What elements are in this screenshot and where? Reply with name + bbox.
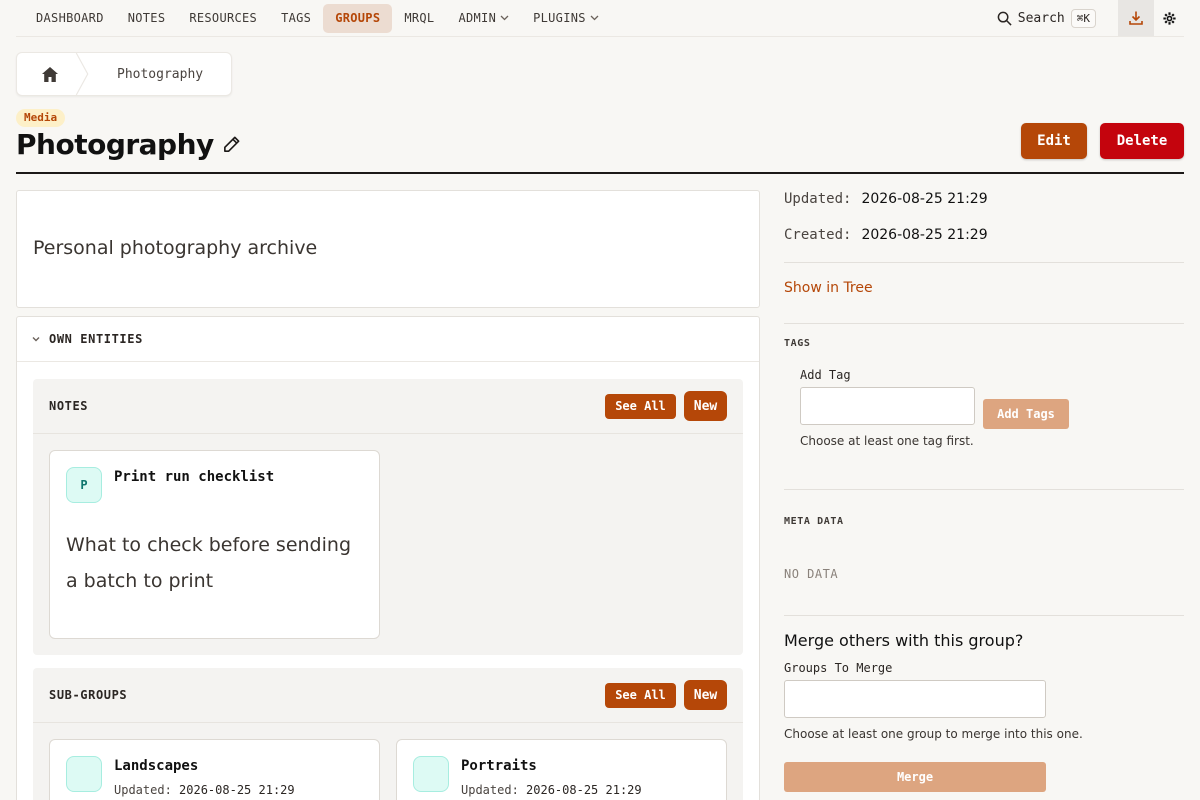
- note-title[interactable]: Print run checklist: [114, 469, 274, 485]
- top-nav: DASHBOARD NOTES RESOURCES TAGS GROUPS MR…: [16, 0, 1184, 37]
- subgroups-see-all-button[interactable]: See All: [605, 682, 676, 708]
- subgroup-updated: Updated: 2026-08-25 21:29: [114, 783, 295, 797]
- nav-resources[interactable]: RESOURCES: [177, 4, 269, 33]
- notes-section-title: NOTES: [49, 399, 89, 413]
- show-in-tree-link[interactable]: Show in Tree: [784, 280, 873, 296]
- add-tags-button[interactable]: Add Tags: [983, 399, 1069, 429]
- edit-button[interactable]: Edit: [1021, 123, 1087, 159]
- nav-admin[interactable]: ADMIN: [446, 4, 521, 33]
- nav-tags[interactable]: TAGS: [269, 4, 323, 33]
- breadcrumb-home[interactable]: [17, 53, 89, 95]
- merge-hint: Choose at least one group to merge into …: [784, 727, 1083, 741]
- divider: [784, 262, 1184, 263]
- nav-groups[interactable]: GROUPS: [323, 3, 393, 33]
- search-label: Search: [1017, 10, 1065, 26]
- updated-row: Updated: 2026-08-25 21:29: [784, 191, 988, 207]
- subgroup-updated-label: Updated:: [461, 783, 519, 797]
- updated-label: Updated:: [784, 191, 852, 207]
- merge-question: Merge others with this group?: [784, 631, 1024, 650]
- add-tag-input[interactable]: [800, 387, 975, 425]
- settings-button[interactable]: [1154, 0, 1184, 36]
- tags-hint: Choose at least one tag first.: [800, 434, 974, 448]
- delete-button[interactable]: Delete: [1100, 123, 1184, 159]
- nav-dashboard[interactable]: DASHBOARD: [16, 4, 116, 33]
- page-title: Photography: [16, 128, 241, 161]
- subgroups-new-button[interactable]: New: [684, 680, 727, 710]
- notes-new-button[interactable]: New: [684, 391, 727, 421]
- subgroup-avatar: [413, 756, 449, 792]
- breadcrumb: Photography: [16, 52, 232, 96]
- breadcrumb-current: Photography: [117, 66, 204, 82]
- created-label: Created:: [784, 227, 852, 243]
- created-row: Created: 2026-08-25 21:29: [784, 227, 988, 243]
- chevron-down-icon: [32, 337, 40, 342]
- category-badge[interactable]: Media: [16, 109, 66, 127]
- meta-data-empty: NO DATA: [784, 567, 839, 581]
- merge-field-label: Groups To Merge: [784, 661, 893, 675]
- download-button[interactable]: [1118, 0, 1154, 36]
- download-icon: [1129, 11, 1143, 25]
- nav-notes[interactable]: NOTES: [116, 4, 178, 33]
- created-value: 2026-08-25 21:29: [861, 227, 988, 243]
- groups-to-merge-input[interactable]: [784, 680, 1046, 718]
- subgroup-title[interactable]: Portraits: [461, 758, 537, 774]
- own-entities-panel: OWN ENTITIES NOTES See All New P Print r…: [16, 316, 760, 800]
- subgroup-avatar: [66, 756, 102, 792]
- nav-mrql[interactable]: MRQL: [392, 4, 446, 33]
- add-tag-label: Add Tag: [800, 368, 851, 382]
- nav-plugins[interactable]: PLUGINS: [521, 4, 611, 33]
- chevron-down-icon: [590, 15, 599, 21]
- search-shortcut: ⌘K: [1070, 8, 1096, 28]
- note-avatar: P: [66, 467, 102, 503]
- description-card: Personal photography archive: [16, 190, 760, 308]
- subgroup-title[interactable]: Landscapes: [114, 758, 198, 774]
- notes-section: NOTES See All New P Print run checklist …: [33, 379, 743, 655]
- notes-section-header: NOTES See All New: [33, 379, 743, 434]
- search-button[interactable]: Search ⌘K: [991, 4, 1102, 33]
- note-card[interactable]: P Print run checklist What to check befo…: [49, 450, 380, 639]
- divider: [784, 615, 1184, 616]
- subgroups-section: SUB-GROUPS See All New Landscapes Update…: [33, 668, 743, 800]
- subgroup-card[interactable]: Portraits Updated: 2026-08-25 21:29: [396, 739, 727, 800]
- meta-data-heading: META DATA: [784, 516, 844, 527]
- divider: [784, 323, 1184, 324]
- subgroup-updated: Updated: 2026-08-25 21:29: [461, 783, 642, 797]
- subgroup-updated-value: 2026-08-25 21:29: [179, 783, 295, 797]
- tags-heading: TAGS: [784, 338, 811, 349]
- note-description: What to check before sending a batch to …: [66, 534, 351, 592]
- subgroup-card[interactable]: Landscapes Updated: 2026-08-25 21:29: [49, 739, 380, 800]
- gear-icon: [1162, 11, 1176, 25]
- home-icon: [42, 66, 58, 82]
- own-entities-toggle[interactable]: OWN ENTITIES: [17, 317, 759, 362]
- breadcrumb-separator: [75, 53, 89, 95]
- subgroups-section-title: SUB-GROUPS: [49, 688, 128, 702]
- subgroups-section-header: SUB-GROUPS See All New: [33, 668, 743, 723]
- description-text: Personal photography archive: [33, 237, 318, 259]
- own-entities-title: OWN ENTITIES: [49, 332, 143, 346]
- chevron-down-icon: [500, 15, 509, 21]
- subgroup-updated-label: Updated:: [114, 783, 172, 797]
- updated-value: 2026-08-25 21:29: [861, 191, 988, 207]
- merge-button[interactable]: Merge: [784, 762, 1046, 792]
- pencil-icon[interactable]: [222, 135, 241, 154]
- notes-see-all-button[interactable]: See All: [605, 393, 676, 419]
- page-title-text: Photography: [16, 128, 214, 161]
- divider: [784, 489, 1184, 490]
- subgroup-updated-value: 2026-08-25 21:29: [526, 783, 642, 797]
- title-divider: [16, 172, 1184, 174]
- search-icon: [997, 11, 1012, 26]
